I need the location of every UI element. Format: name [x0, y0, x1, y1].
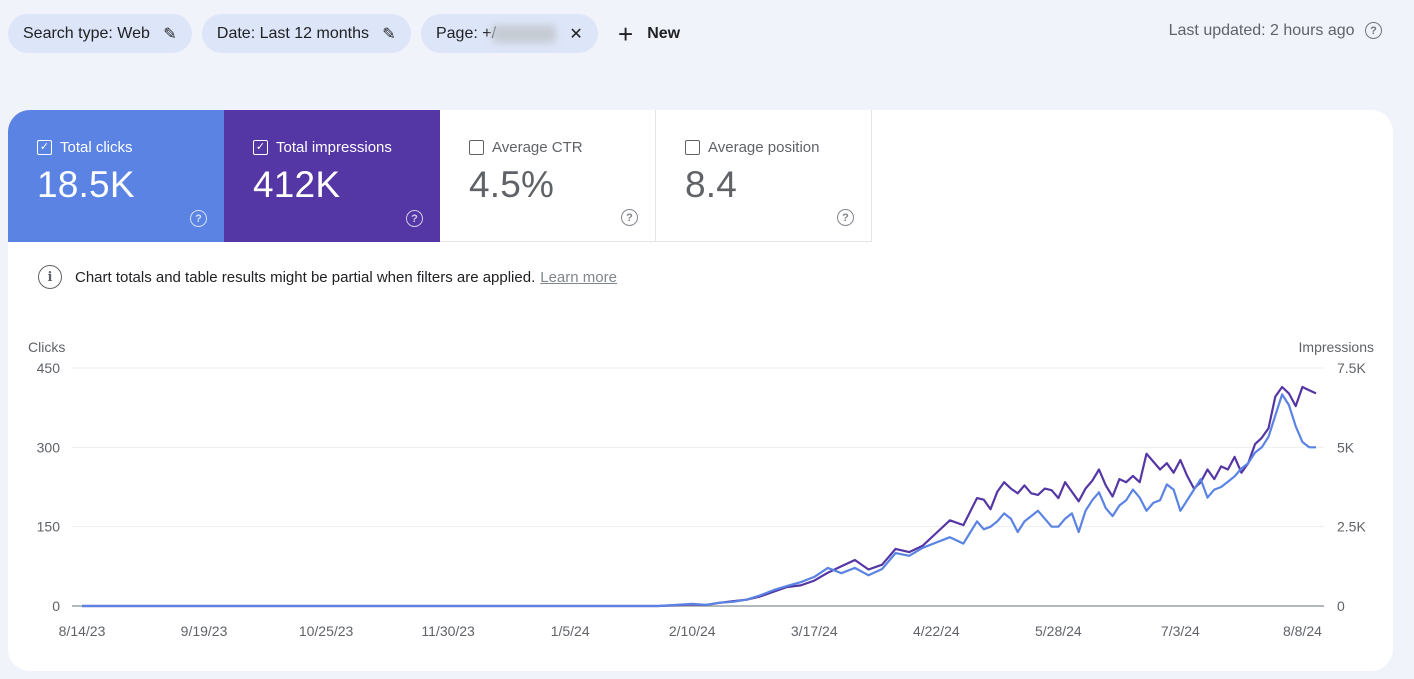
- x-tick-label: 2/10/24: [669, 623, 716, 639]
- y-tick-label-right: 7.5K: [1337, 360, 1366, 376]
- performance-card: ✓ Total clicks 18.5K ? ✓ Total impressio…: [8, 110, 1393, 671]
- metric-value: 412K: [253, 164, 341, 205]
- metric-value: 8.4: [685, 164, 738, 205]
- pencil-icon[interactable]: ✎: [381, 26, 397, 43]
- pencil-icon[interactable]: ✎: [162, 26, 178, 43]
- x-tick-label: 4/22/24: [913, 623, 960, 639]
- metric-label: Average position: [708, 139, 820, 156]
- metric-label: Total clicks: [60, 139, 133, 156]
- x-tick-label: 8/8/24: [1283, 623, 1322, 639]
- filter-chip-label: Page: +/: [435, 24, 497, 42]
- help-icon[interactable]: ?: [837, 209, 854, 226]
- metric-label: Total impressions: [276, 139, 392, 156]
- x-tick-label: 9/19/23: [181, 623, 228, 639]
- metric-value: 4.5%: [469, 164, 555, 205]
- close-icon[interactable]: ✕: [568, 26, 584, 43]
- notice-text: Chart totals and table results might be …: [75, 268, 536, 286]
- x-tick-label: 10/25/23: [299, 623, 354, 639]
- last-updated: Last updated: 2 hours ago ?: [1169, 22, 1382, 40]
- metric-total-clicks[interactable]: ✓ Total clicks 18.5K ?: [8, 110, 224, 242]
- checkbox-checked-icon[interactable]: ✓: [37, 140, 52, 155]
- filter-bar: Search type: Web ✎ Date: Last 12 months …: [8, 14, 690, 53]
- x-tick-label: 5/28/24: [1035, 623, 1082, 639]
- help-icon[interactable]: ?: [1365, 22, 1382, 40]
- metric-total-impressions[interactable]: ✓ Total impressions 412K ?: [224, 110, 440, 242]
- metric-average-position[interactable]: Average position 8.4 ?: [656, 110, 872, 242]
- new-filter-button[interactable]: + New: [608, 14, 690, 53]
- last-updated-text: Last updated: 2 hours ago: [1168, 22, 1355, 39]
- y-axis-title-left: Clicks: [28, 339, 65, 355]
- help-icon[interactable]: ?: [621, 209, 638, 226]
- metric-label: Average CTR: [492, 139, 583, 156]
- x-tick-label: 1/5/24: [551, 623, 590, 639]
- metric-average-ctr[interactable]: Average CTR 4.5% ?: [440, 110, 656, 242]
- plus-icon: +: [618, 18, 634, 49]
- metric-tabs: ✓ Total clicks 18.5K ? ✓ Total impressio…: [8, 110, 872, 242]
- x-tick-label: 7/3/24: [1161, 623, 1200, 639]
- metric-value: 18.5K: [37, 164, 135, 205]
- help-icon[interactable]: ?: [406, 210, 423, 227]
- y-tick-label-left: 450: [37, 360, 61, 376]
- new-filter-label: New: [647, 24, 681, 42]
- info-icon: i: [38, 265, 62, 289]
- partial-data-notice: i Chart totals and table results might b…: [38, 265, 617, 289]
- y-tick-label-right: 0: [1337, 598, 1345, 614]
- y-tick-label-left: 150: [37, 519, 61, 535]
- series-line-impressions: [82, 385, 1317, 608]
- filter-chip-label: Search type: Web: [23, 24, 150, 42]
- checkbox-unchecked-icon[interactable]: [685, 140, 700, 155]
- help-icon[interactable]: ?: [190, 210, 207, 227]
- series-line-clicks: [82, 393, 1316, 608]
- x-tick-label: 8/14/23: [59, 623, 106, 639]
- y-tick-label-right: 5K: [1337, 439, 1355, 455]
- filter-chip-date[interactable]: Date: Last 12 months ✎: [201, 14, 411, 53]
- learn-more-link[interactable]: Learn more: [540, 269, 617, 286]
- x-tick-label: 3/17/24: [791, 623, 838, 639]
- x-tick-label: 11/30/23: [421, 623, 475, 639]
- y-axis-title-right: Impressions: [1299, 339, 1374, 355]
- filter-chip-page[interactable]: Page: +/ ✕: [420, 14, 599, 53]
- y-tick-label-right: 2.5K: [1337, 519, 1366, 535]
- y-tick-label-left: 300: [37, 439, 61, 455]
- filter-chip-search-type[interactable]: Search type: Web ✎: [8, 14, 192, 53]
- y-tick-label-left: 0: [52, 598, 60, 614]
- filter-chip-label: Date: Last 12 months: [216, 24, 369, 42]
- redacted-page-value: [492, 24, 557, 43]
- checkbox-unchecked-icon[interactable]: [469, 140, 484, 155]
- checkbox-checked-icon[interactable]: ✓: [253, 140, 268, 155]
